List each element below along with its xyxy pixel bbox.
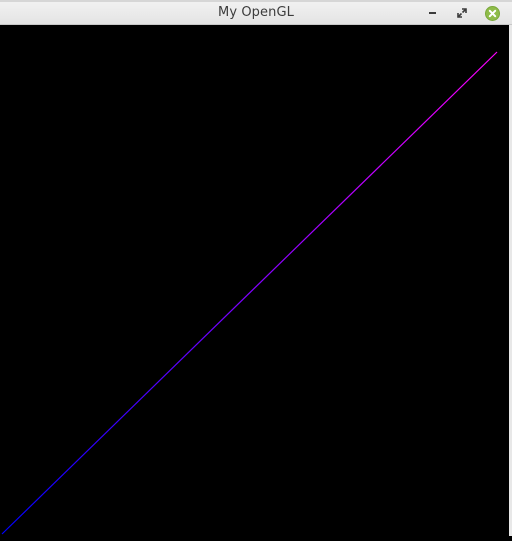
titlebar-top-strip bbox=[0, 0, 512, 2]
minimize-icon bbox=[428, 12, 436, 14]
gradient-line bbox=[1, 51, 498, 535]
maximize-icon bbox=[457, 8, 467, 18]
close-button[interactable] bbox=[484, 5, 500, 21]
close-icon bbox=[484, 5, 500, 21]
minimize-button[interactable] bbox=[424, 5, 440, 21]
window-titlebar[interactable]: My OpenGL bbox=[0, 0, 512, 25]
opengl-canvas[interactable] bbox=[0, 25, 510, 536]
render-surface bbox=[1, 51, 498, 535]
opengl-window: My OpenGL bbox=[0, 0, 512, 536]
maximize-button[interactable] bbox=[454, 5, 470, 21]
